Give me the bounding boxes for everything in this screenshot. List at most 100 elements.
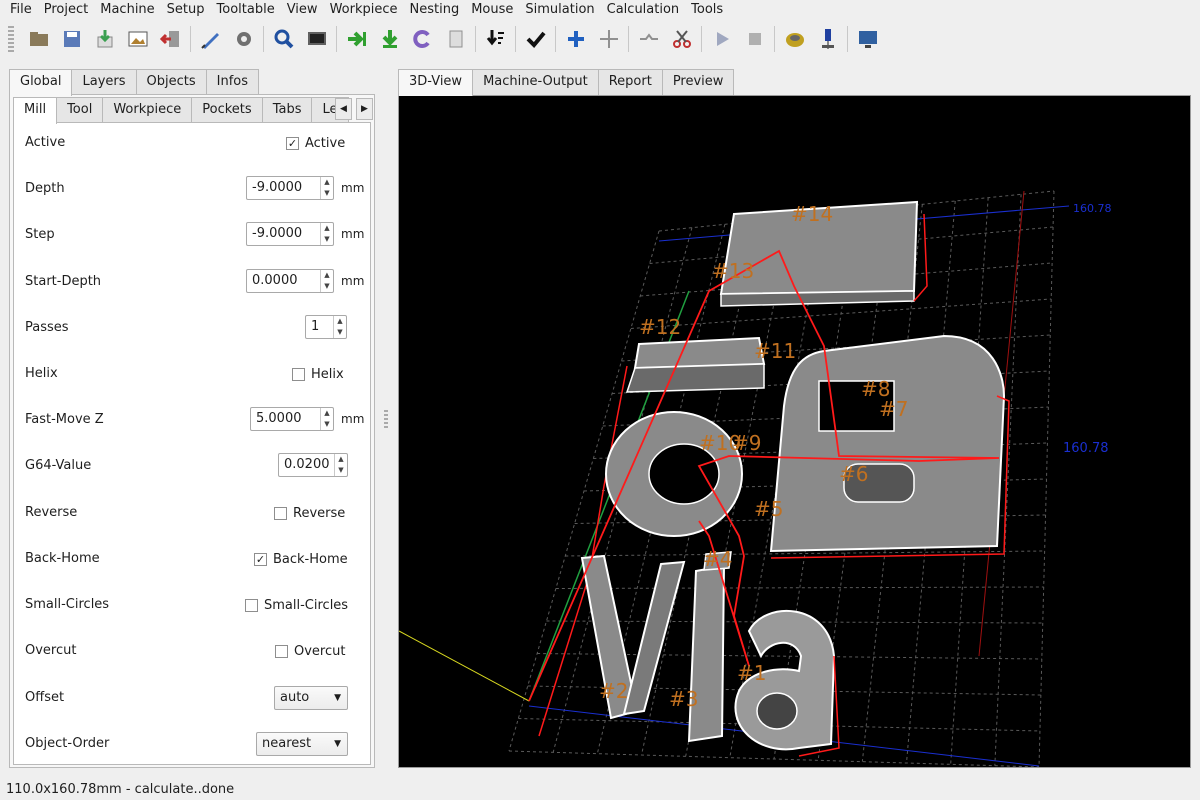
- back-home-checkbox[interactable]: ✓ Back-Home: [254, 552, 348, 567]
- spin-up-icon[interactable]: ▲: [321, 270, 333, 281]
- step-value[interactable]: -9.0000: [247, 223, 320, 245]
- 3d-viewport[interactable]: 160.78 160.78 #14 #13 #12 #11 #8 #7 #10 …: [398, 95, 1191, 768]
- active-checkbox[interactable]: ✓ Active: [286, 136, 345, 151]
- arrow-right-button[interactable]: [340, 24, 373, 54]
- menu-view[interactable]: View: [281, 0, 324, 20]
- scissors-button[interactable]: [665, 24, 698, 54]
- menu-file[interactable]: File: [4, 0, 38, 20]
- passes-value[interactable]: 1: [306, 316, 333, 338]
- tab-scroll-right[interactable]: ▶: [356, 98, 373, 120]
- path-button[interactable]: [632, 24, 665, 54]
- plus-button[interactable]: [559, 24, 592, 54]
- exit-button[interactable]: [154, 24, 187, 54]
- menu-machine[interactable]: Machine: [94, 0, 160, 20]
- passes-spinbox[interactable]: 1 ▲ ▼: [305, 315, 347, 339]
- helix-checkbox[interactable]: Helix: [292, 367, 344, 382]
- depth-spinbox[interactable]: -9.0000 ▲ ▼: [246, 176, 334, 200]
- save-button[interactable]: [55, 24, 88, 54]
- spin-up-icon[interactable]: ▲: [335, 454, 347, 465]
- settings-icon: [236, 32, 251, 46]
- move-button[interactable]: [592, 24, 625, 54]
- spin-up-icon[interactable]: ▲: [321, 223, 333, 234]
- tab-infos[interactable]: Infos: [205, 69, 260, 95]
- gear-box-icon: [785, 33, 804, 47]
- zoom-button[interactable]: [267, 24, 300, 54]
- start-depth-spinbox[interactable]: 0.0000 ▲ ▼: [246, 269, 334, 293]
- depth-value[interactable]: -9.0000: [247, 177, 320, 199]
- monitor-button[interactable]: [300, 24, 333, 54]
- step-spinbox[interactable]: -9.0000 ▲ ▼: [246, 222, 334, 246]
- screen-button[interactable]: [851, 24, 884, 54]
- right-tab-bar: 3D-View Machine-Output Report Preview: [398, 69, 735, 96]
- small-circles-checkbox-box[interactable]: [245, 599, 258, 612]
- gear-box-button[interactable]: [778, 24, 811, 54]
- start-depth-value[interactable]: 0.0000: [247, 270, 320, 292]
- object-order-select[interactable]: nearest ▼: [256, 732, 348, 756]
- overcut-checkbox[interactable]: Overcut: [275, 644, 345, 659]
- fast-move-z-value[interactable]: 5.0000: [251, 408, 320, 430]
- tab-machine-output[interactable]: Machine-Output: [472, 69, 599, 95]
- g64-value[interactable]: 0.0200: [279, 454, 334, 476]
- menu-nesting[interactable]: Nesting: [404, 0, 466, 20]
- menu-tools[interactable]: Tools: [685, 0, 729, 20]
- menu-calculation[interactable]: Calculation: [601, 0, 686, 20]
- spin-down-icon[interactable]: ▼: [321, 234, 333, 245]
- settings-button[interactable]: [227, 24, 260, 54]
- back-home-checkbox-box[interactable]: ✓: [254, 553, 267, 566]
- spin-down-icon[interactable]: ▼: [334, 327, 346, 338]
- tab-3d-view[interactable]: 3D-View: [398, 69, 474, 96]
- spin-up-icon[interactable]: ▲: [334, 316, 346, 327]
- menu-mouse[interactable]: Mouse: [465, 0, 519, 20]
- active-checkbox-box[interactable]: ✓: [286, 137, 299, 150]
- play-button[interactable]: [705, 24, 738, 54]
- draw-button[interactable]: [194, 24, 227, 54]
- menu-tooltable[interactable]: Tooltable: [211, 0, 281, 20]
- spin-down-icon[interactable]: ▼: [335, 465, 347, 476]
- stop-button[interactable]: [738, 24, 771, 54]
- fast-move-z-label: Fast-Move Z: [25, 412, 104, 427]
- spin-up-icon[interactable]: ▲: [321, 177, 333, 188]
- tab-pockets[interactable]: Pockets: [191, 97, 263, 123]
- tab-objects[interactable]: Objects: [135, 69, 207, 95]
- tab-preview[interactable]: Preview: [661, 69, 735, 95]
- sort-down-button[interactable]: [479, 24, 512, 54]
- tab-tool[interactable]: Tool: [56, 97, 104, 123]
- menu-workpiece[interactable]: Workpiece: [324, 0, 404, 20]
- image-button[interactable]: [121, 24, 154, 54]
- rotate-button[interactable]: [406, 24, 439, 54]
- toolbar-grip[interactable]: [8, 26, 14, 52]
- fast-move-z-spinbox[interactable]: 5.0000 ▲ ▼: [250, 407, 334, 431]
- main-toolbar: [0, 22, 1200, 56]
- helix-checkbox-box[interactable]: [292, 368, 305, 381]
- spin-up-icon[interactable]: ▲: [321, 408, 333, 419]
- spin-down-icon[interactable]: ▼: [321, 281, 333, 292]
- arrow-down-button[interactable]: [373, 24, 406, 54]
- small-circles-checkbox[interactable]: Small-Circles: [245, 598, 348, 613]
- 3d-scene[interactable]: 160.78 160.78 #14 #13 #12 #11 #8 #7 #10 …: [398, 96, 1190, 768]
- tab-global[interactable]: Global: [9, 69, 73, 96]
- tab-mill[interactable]: Mill: [13, 97, 58, 124]
- checkmark-button[interactable]: [519, 24, 552, 54]
- rotate-icon: [412, 30, 430, 48]
- tab-workpiece[interactable]: Workpiece: [102, 97, 193, 123]
- spin-down-icon[interactable]: ▼: [321, 419, 333, 430]
- tab-tabs[interactable]: Tabs: [261, 97, 313, 123]
- spin-down-icon[interactable]: ▼: [321, 188, 333, 199]
- tab-layers[interactable]: Layers: [71, 69, 137, 95]
- reverse-checkbox-box[interactable]: [274, 507, 287, 520]
- overcut-checkbox-box[interactable]: [275, 645, 288, 658]
- open-folder-button[interactable]: [22, 24, 55, 54]
- tab-scroll-left[interactable]: ◀: [335, 98, 352, 120]
- offset-select[interactable]: auto ▼: [274, 686, 348, 710]
- menu-setup[interactable]: Setup: [161, 0, 211, 20]
- g64-spinbox[interactable]: 0.0200 ▲ ▼: [278, 453, 348, 477]
- calculator-button[interactable]: [439, 24, 472, 54]
- panel-splitter[interactable]: [384, 410, 388, 430]
- import-button[interactable]: [88, 24, 121, 54]
- spindle-button[interactable]: [811, 24, 844, 54]
- reverse-checkbox[interactable]: Reverse: [274, 506, 345, 521]
- menu-project[interactable]: Project: [38, 0, 94, 20]
- menu-simulation[interactable]: Simulation: [519, 0, 600, 20]
- step-label: Step: [25, 227, 55, 242]
- tab-report[interactable]: Report: [597, 69, 663, 95]
